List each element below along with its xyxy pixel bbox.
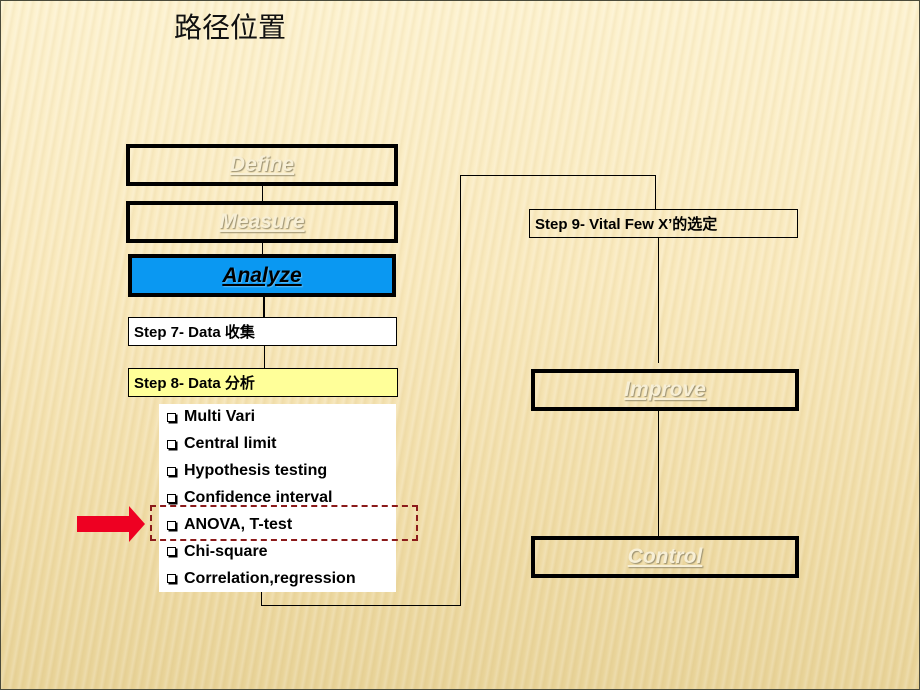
list-item[interactable]: Hypothesis testing: [167, 458, 396, 485]
connector-top-horizontal: [460, 175, 656, 176]
checkbox-bullet-icon: [167, 412, 176, 422]
connector-analyze-step7: [263, 296, 265, 318]
phase-improve[interactable]: Improve: [531, 369, 799, 411]
list-item[interactable]: Chi-square: [167, 538, 396, 565]
list-item[interactable]: Correlation,regression: [167, 565, 396, 592]
phase-define[interactable]: Define: [126, 144, 398, 186]
step-7-data-collection[interactable]: Step 7- Data 收集: [128, 317, 397, 346]
current-position-highlight: [150, 505, 418, 541]
phase-control[interactable]: Control: [531, 536, 799, 578]
connector-to-step9: [655, 175, 656, 210]
pointer-arrow-icon: [77, 506, 145, 542]
connector-list-down: [261, 592, 262, 606]
checkbox-bullet-icon: [167, 466, 176, 476]
checkbox-bullet-icon: [167, 574, 176, 584]
list-item[interactable]: Central limit: [167, 431, 396, 458]
connector-step7-step8: [264, 345, 265, 369]
checkbox-bullet-icon: [167, 493, 176, 503]
connector-right-vertical: [460, 175, 461, 606]
connector-define-measure: [262, 185, 263, 202]
checkbox-bullet-icon: [167, 439, 176, 449]
phase-analyze[interactable]: Analyze: [128, 254, 396, 297]
checkbox-bullet-icon: [167, 547, 176, 557]
step-8-data-analysis[interactable]: Step 8- Data 分析: [128, 368, 398, 397]
step-9-vital-few-x-selection[interactable]: Step 9- Vital Few X’的选定: [529, 209, 798, 238]
phase-measure[interactable]: Measure: [126, 201, 398, 243]
connector-step9-improve: [658, 238, 659, 363]
connector-improve-control: [658, 410, 659, 536]
analysis-tools-list: Multi Vari Central limit Hypothesis test…: [159, 404, 396, 592]
connector-bottom-horizontal: [261, 605, 461, 606]
list-item[interactable]: Multi Vari: [167, 404, 396, 431]
slide-title: 路径位置: [174, 11, 287, 44]
